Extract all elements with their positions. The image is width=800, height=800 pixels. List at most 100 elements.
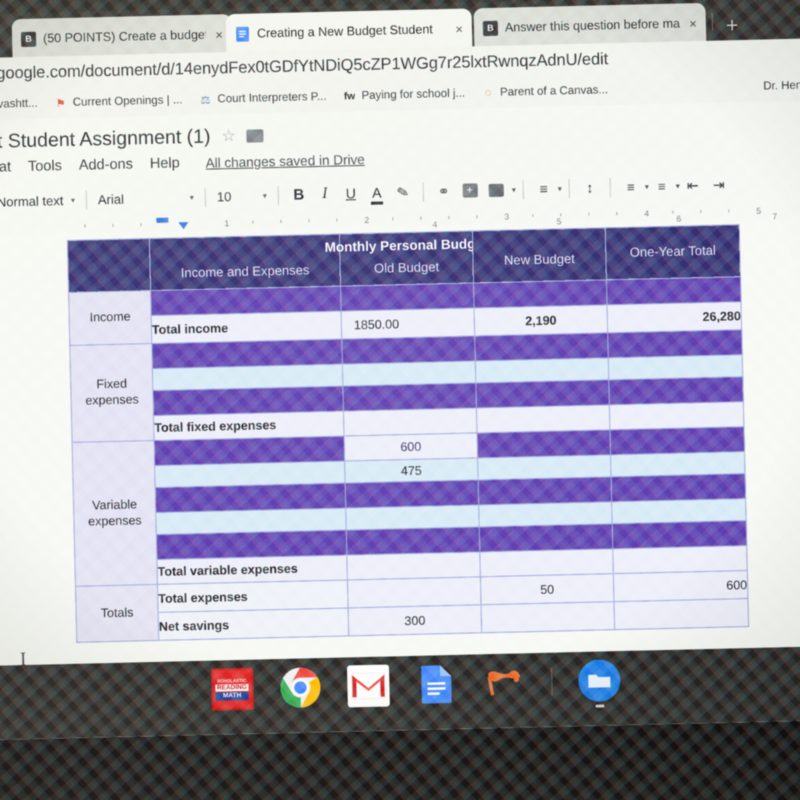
value-net-savings-old[interactable]: 300 [348, 604, 482, 636]
monthly-personal-budget-table[interactable]: Income and Expenses Monthly Personal Bud… [67, 224, 749, 643]
cell-income-blank-year[interactable] [606, 276, 741, 305]
highlight-color-button[interactable]: ✎ [387, 176, 418, 207]
cell-fixed-blank-3-old[interactable] [342, 382, 477, 412]
chevron-down-icon[interactable]: ▾ [558, 184, 562, 193]
bulleted-list-icon: ≡ [657, 178, 666, 194]
cell-variable-blank-4-old[interactable] [345, 504, 480, 530]
italic-button[interactable]: I [312, 181, 339, 208]
row-label-net-savings[interactable]: Net savings [158, 607, 349, 641]
tab-3-close-icon[interactable]: × [687, 16, 697, 31]
font-size-value: 10 [216, 188, 232, 204]
align-button[interactable]: ≡ [530, 175, 557, 202]
cell-variable-blank-5-new[interactable] [479, 523, 613, 552]
cell-income-blank-new[interactable] [473, 279, 607, 308]
save-status[interactable]: All changes saved in Drive [205, 151, 364, 170]
cell-fixed-blank-1-new[interactable] [474, 332, 609, 361]
gmail-icon[interactable] [346, 664, 390, 708]
insert-image-button[interactable] [482, 177, 509, 204]
value-variable-1-old[interactable]: 600 [344, 432, 478, 461]
cell-variable-blank-4-year[interactable] [611, 498, 747, 524]
value-net-savings-year[interactable] [613, 598, 749, 630]
menu-format[interactable]: Format [0, 159, 11, 176]
insert-link-button[interactable]: ⚭ [430, 178, 457, 205]
value-total-fixed-year[interactable] [609, 401, 744, 430]
font-size-dropdown[interactable]: 10 ▾ [213, 188, 271, 204]
cell-variable-blank-3-old[interactable] [345, 479, 479, 508]
bulleted-list-button[interactable]: ≡ [648, 173, 675, 200]
value-total-variable-year[interactable] [612, 545, 748, 574]
bookmark-parent-of-canvas[interactable]: ◌ Parent of a Canvas... [481, 83, 609, 100]
cell-fixed-blank-2-year[interactable] [608, 354, 743, 380]
chrome-icon[interactable] [278, 666, 321, 709]
cell-income-blank-old[interactable] [340, 282, 475, 312]
header-new-budget: New Budget [472, 227, 607, 283]
cell-variable-blank-5-year[interactable] [612, 520, 747, 549]
bookmark-canvas[interactable]: to Canvashtt... [0, 98, 38, 112]
cell-fixed-blank-3-year[interactable] [608, 376, 744, 405]
tab-2-close-icon[interactable]: × [453, 21, 463, 36]
value-total-expenses-old[interactable] [347, 576, 482, 608]
cell-variable-blank-5-old[interactable] [346, 526, 480, 555]
flipgrid-flag-icon[interactable] [482, 661, 525, 704]
add-comment-button[interactable]: + [456, 177, 483, 204]
document-title[interactable]: dget Student Assignment (1) [0, 125, 211, 154]
value-total-fixed-new[interactable] [476, 404, 610, 433]
line-spacing-button[interactable]: ↕ [576, 174, 603, 201]
tab-1-close-icon[interactable]: × [213, 27, 223, 42]
bold-button[interactable]: B [286, 181, 313, 208]
row-label-total-income[interactable]: Total income [151, 311, 342, 344]
value-total-fixed-old[interactable] [343, 407, 477, 437]
cell-variable-blank-2-new[interactable] [477, 454, 612, 480]
cell-variable-blank-1-new[interactable] [476, 429, 611, 458]
column-header-label: One-Year Total [629, 242, 716, 260]
scales-icon: ⚖ [200, 94, 211, 107]
star-icon[interactable]: ☆ [221, 126, 236, 146]
cell-fixed-blank-2-old[interactable] [342, 360, 476, 387]
cell-variable-blank-2-year[interactable] [610, 451, 746, 477]
numbered-list-button[interactable]: ≡ [617, 173, 644, 200]
underline-button[interactable]: U [338, 180, 365, 207]
value-total-income-old[interactable]: 1850.00 [341, 307, 475, 340]
cell-variable-blank-1-year[interactable] [609, 426, 745, 455]
cell-variable-blank-3-new[interactable] [478, 476, 612, 505]
google-docs-icon[interactable] [414, 663, 457, 706]
menu-addons[interactable]: Add-ons [79, 156, 133, 173]
value-total-expenses-year[interactable]: 600 [613, 570, 748, 602]
cell-variable-blank-3-year[interactable] [611, 473, 746, 502]
value-total-expenses-new[interactable]: 50 [480, 573, 614, 605]
google-docs-icon [234, 26, 251, 42]
chevron-down-icon[interactable]: ▾ [512, 185, 516, 194]
value-total-income-new[interactable]: 2,190 [474, 304, 608, 336]
value-total-income-year[interactable]: 26,280 [606, 301, 742, 333]
toolbar-divider [522, 179, 525, 199]
bookmark-paying-for-school[interactable]: fw Paying for school j... [342, 87, 465, 104]
column-header-label: Old Budget [373, 259, 440, 276]
value-total-variable-new[interactable] [479, 548, 614, 577]
files-icon[interactable] [577, 659, 621, 708]
cell-fixed-blank-3-new[interactable] [475, 379, 610, 408]
bookmark-current-openings[interactable]: ⚑ Current Openings | ... [54, 93, 183, 110]
value-net-savings-new[interactable] [481, 601, 615, 633]
value-variable-2-old[interactable]: 475 [344, 457, 479, 483]
ruler-left-margin-marker[interactable] [156, 217, 169, 223]
font-family-dropdown[interactable]: Arial ▾ [94, 189, 198, 207]
decrease-indent-button[interactable]: ⇤ [679, 172, 706, 199]
new-tab-button[interactable]: + [726, 14, 739, 38]
value-total-variable-old[interactable] [346, 551, 481, 580]
bookmark-dr-henry[interactable]: Dr. Henry A. G [763, 79, 800, 93]
folder-icon[interactable] [246, 128, 264, 143]
cell-fixed-blank-1-year[interactable] [607, 329, 743, 358]
underline-icon: U [345, 185, 357, 202]
bookmark-court-interpreters[interactable]: ⚖ Court Interpreters P... [198, 90, 326, 107]
row-label-total-expenses[interactable]: Total expenses [157, 579, 349, 613]
text-color-button[interactable]: A [364, 179, 391, 206]
menu-tools[interactable]: Tools [28, 158, 62, 175]
increase-indent-button[interactable]: ⇥ [705, 171, 732, 198]
cell-fixed-blank-1-old[interactable] [341, 335, 476, 365]
tabstrip-divider-2 [711, 12, 714, 31]
cell-variable-blank-4-new[interactable] [478, 501, 613, 527]
scholastic-reading-math-icon[interactable]: SCHOLASTIC READING MATH [210, 667, 254, 711]
menu-help[interactable]: Help [150, 155, 180, 172]
paragraph-style-dropdown[interactable]: Normal text ▾ [0, 192, 79, 210]
cell-fixed-blank-2-new[interactable] [475, 357, 609, 383]
